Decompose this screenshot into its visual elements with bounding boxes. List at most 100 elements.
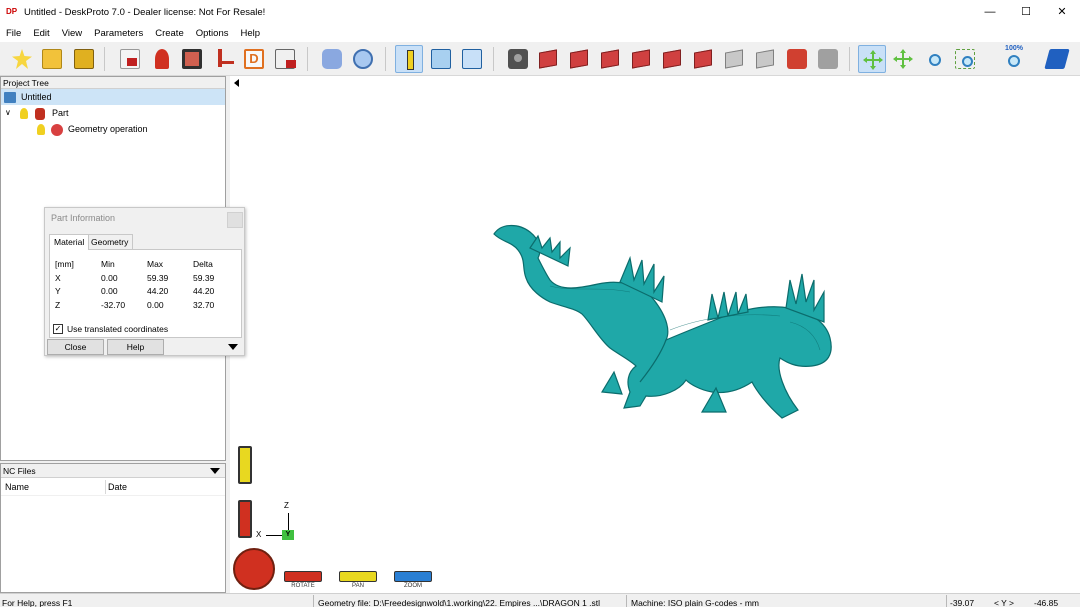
tree-item-label: Untitled: [21, 92, 52, 102]
dragon-model[interactable]: [490, 222, 850, 422]
deskproto-app-icon[interactable]: DP: [6, 5, 20, 19]
row-x-label: X: [55, 273, 61, 283]
zoom-tool-button[interactable]: [920, 45, 948, 73]
toolbar-separator: [307, 47, 308, 71]
red-slider[interactable]: [238, 500, 252, 538]
drive-surface-button[interactable]: D: [240, 45, 268, 73]
tab-geometry[interactable]: Geometry: [86, 234, 134, 249]
column-divider[interactable]: [105, 480, 106, 494]
view-bottom-button[interactable]: [721, 45, 749, 73]
minimize-button[interactable]: —: [972, 0, 1008, 24]
project-tree-header: Project Tree: [1, 77, 225, 89]
camera-icon[interactable]: [504, 45, 532, 73]
cube-icon: [539, 49, 557, 69]
zoom-100-button[interactable]: 100%: [1000, 45, 1028, 73]
tree-item-label: Geometry operation: [68, 124, 148, 134]
save-project-button[interactable]: [70, 45, 98, 73]
lightbulb-icon[interactable]: [37, 124, 45, 135]
status-geometry-file: Geometry file: D:\Freedesignwold\1.worki…: [318, 598, 601, 607]
status-help-text: For Help, press F1: [2, 598, 73, 607]
menu-file[interactable]: File: [0, 28, 27, 39]
tab-material[interactable]: Material: [49, 234, 90, 250]
row-y-delta: 44.20: [193, 286, 215, 296]
menu-view[interactable]: View: [56, 28, 88, 39]
yellow-slider[interactable]: [238, 446, 252, 484]
view-iso-button[interactable]: [535, 45, 563, 73]
dialog-close-box[interactable]: [227, 212, 243, 228]
close-button[interactable]: ✕: [1044, 0, 1080, 24]
operation-error-icon: [51, 124, 63, 136]
row-z-delta: 32.70: [193, 300, 215, 310]
view-right-button[interactable]: [659, 45, 687, 73]
lightbulb-icon[interactable]: [20, 108, 28, 119]
view-wireframe-button[interactable]: [752, 45, 780, 73]
part-parameters-button[interactable]: [148, 45, 176, 73]
redo-view-button[interactable]: [814, 45, 842, 73]
translated-coordinates-checkbox[interactable]: ✓: [53, 324, 63, 334]
zoom-label: ZOOM: [404, 583, 422, 589]
nc-files-title: NC Files: [3, 466, 36, 476]
import-geometry-button[interactable]: [116, 45, 144, 73]
status-machine: Machine: ISO plain G-codes - mm: [631, 598, 760, 607]
zoom-slider[interactable]: [394, 571, 432, 582]
tree-item-geometry-operation[interactable]: Geometry operation: [1, 121, 225, 137]
translated-coordinates-label[interactable]: Use translated coordinates: [67, 324, 168, 334]
maximize-button[interactable]: ☐: [1008, 0, 1044, 24]
simulation-button[interactable]: [318, 45, 346, 73]
pan-tool-button[interactable]: [889, 45, 917, 73]
bitmap-import-button[interactable]: [178, 45, 206, 73]
rotate-slider[interactable]: [284, 571, 322, 582]
column-name-header[interactable]: Name: [5, 478, 29, 496]
row-z-label: Z: [55, 300, 61, 310]
expand-dialog-icon[interactable]: [228, 344, 238, 350]
row-z-max: 0.00: [147, 300, 164, 310]
chevron-down-icon[interactable]: ∨: [5, 105, 11, 121]
view-back-button[interactable]: [597, 45, 625, 73]
row-y-min: 0.00: [101, 286, 118, 296]
view-top-button[interactable]: [690, 45, 718, 73]
status-axis-selector[interactable]: < Y >: [994, 596, 1014, 607]
column-date-header[interactable]: Date: [108, 478, 127, 496]
help-book-button[interactable]: [1043, 45, 1071, 73]
close-dialog-button[interactable]: Close: [47, 339, 104, 355]
preview-button[interactable]: [349, 45, 377, 73]
new-project-button[interactable]: [8, 45, 36, 73]
view-front-button[interactable]: [566, 45, 594, 73]
pan-label: PAN: [352, 583, 364, 589]
operation-parameters-button[interactable]: [210, 45, 238, 73]
undo-view-button[interactable]: [783, 45, 811, 73]
collapse-panel-icon[interactable]: [234, 79, 239, 87]
open-project-button[interactable]: [38, 45, 66, 73]
zoom-window-button[interactable]: [951, 45, 979, 73]
table-header-unit: [mm]: [55, 259, 74, 269]
row-z-min: -32.70: [101, 300, 126, 310]
toolbar-separator: [104, 47, 105, 71]
toolbar-separator: [849, 47, 850, 71]
help-dialog-button[interactable]: Help: [107, 339, 164, 355]
export-button[interactable]: [271, 45, 299, 73]
view-left-button[interactable]: [628, 45, 656, 73]
rotate-tool-button[interactable]: [858, 45, 886, 73]
cube-icon: [694, 49, 712, 69]
tree-item-label: Part: [52, 108, 69, 118]
menu-create[interactable]: Create: [149, 28, 190, 39]
menu-options[interactable]: Options: [190, 28, 235, 39]
tree-item-part[interactable]: ∨ Part: [1, 105, 225, 121]
layout-view-button[interactable]: [427, 45, 455, 73]
menu-help[interactable]: Help: [234, 28, 266, 39]
nc-files-header[interactable]: NC Files: [1, 464, 225, 478]
menu-parameters[interactable]: Parameters: [88, 28, 149, 39]
dropdown-arrow-icon[interactable]: [210, 468, 220, 474]
status-y-coordinate: -46.85: [1034, 598, 1059, 607]
window-title: Untitled - DeskProto 7.0 - Dealer licens…: [24, 6, 266, 18]
menu-edit[interactable]: Edit: [27, 28, 55, 39]
axis-x-line: [266, 535, 282, 536]
pan-slider[interactable]: [339, 571, 377, 582]
status-x-coordinate: -39.07: [950, 598, 975, 607]
info-button[interactable]: [395, 45, 423, 73]
rotate-wheel[interactable]: [233, 548, 275, 590]
nc-files-panel: NC Files Name Date: [0, 463, 226, 593]
cube-icon: [725, 49, 743, 69]
window-view-button[interactable]: [458, 45, 486, 73]
tree-item-untitled[interactable]: Untitled: [1, 89, 225, 105]
